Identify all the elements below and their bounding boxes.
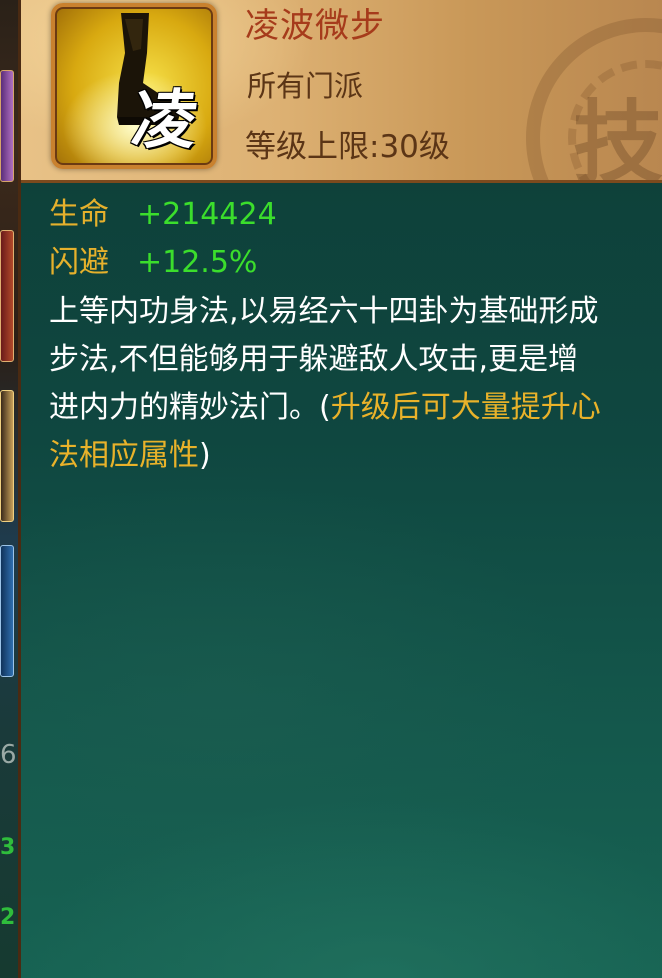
description-text: ) xyxy=(199,438,211,473)
level-cap: 等级上限:30级 xyxy=(245,128,450,166)
skill-sect: 所有门派 xyxy=(247,69,364,103)
stat-row-dodge: 闪避 +12.5% xyxy=(49,242,277,290)
skill-icon-glyph: 凌 xyxy=(127,83,203,158)
skill-name: 凌波微步 xyxy=(245,6,385,46)
backdrop-item-frame xyxy=(0,230,14,362)
description-line: 上等内功身法,以易经六十四卦为基础形成 xyxy=(49,294,599,329)
stat-row-hp: 生命 +214424 xyxy=(49,194,277,242)
stat-list: 生命 +214424 闪避 +12.5% xyxy=(49,194,277,290)
level-cap-label: 等级上限: xyxy=(245,129,380,165)
description-highlight: 升级后可大量提升心 xyxy=(330,390,601,425)
backdrop-green-text: 3 xyxy=(0,835,16,860)
description-line: 步法,不但能够用于躲避敌人攻击,更是增 xyxy=(49,342,579,377)
backdrop-item-frame xyxy=(0,545,14,677)
backdrop-item-frame xyxy=(0,70,14,182)
backdrop-item-frame xyxy=(0,390,14,522)
description-line: 法相应属性) xyxy=(49,432,662,480)
skill-description: 上等内功身法,以易经六十四卦为基础形成 步法,不但能够用于躲避敌人攻击,更是增 … xyxy=(49,288,662,480)
game-backdrop-strip: 6 3 2 xyxy=(0,0,20,978)
description-text: 进内力的精妙法门。( xyxy=(49,390,331,425)
skill-header: 技 凌 凌波微步 所有门派 等级上限:30级 xyxy=(21,0,662,183)
stat-value: +214424 xyxy=(137,197,277,232)
skill-tooltip-panel: 技 凌 凌波微步 所有门派 等级上限:30级 生命 +214424 闪避 +12.5… xyxy=(18,0,662,978)
backdrop-digit: 6 xyxy=(0,740,17,770)
skill-icon: 凌 xyxy=(51,3,217,169)
description-line: 进内力的精妙法门。(升级后可大量提升心 xyxy=(49,384,662,432)
header-seal-glyph: 技 xyxy=(573,90,662,183)
stat-name: 闪避 xyxy=(49,245,109,280)
backdrop-green-text: 2 xyxy=(0,905,16,930)
level-cap-value: 30级 xyxy=(379,129,450,165)
description-highlight: 法相应属性 xyxy=(49,438,199,473)
stat-value: +12.5% xyxy=(137,245,258,280)
stat-name: 生命 xyxy=(49,197,109,232)
